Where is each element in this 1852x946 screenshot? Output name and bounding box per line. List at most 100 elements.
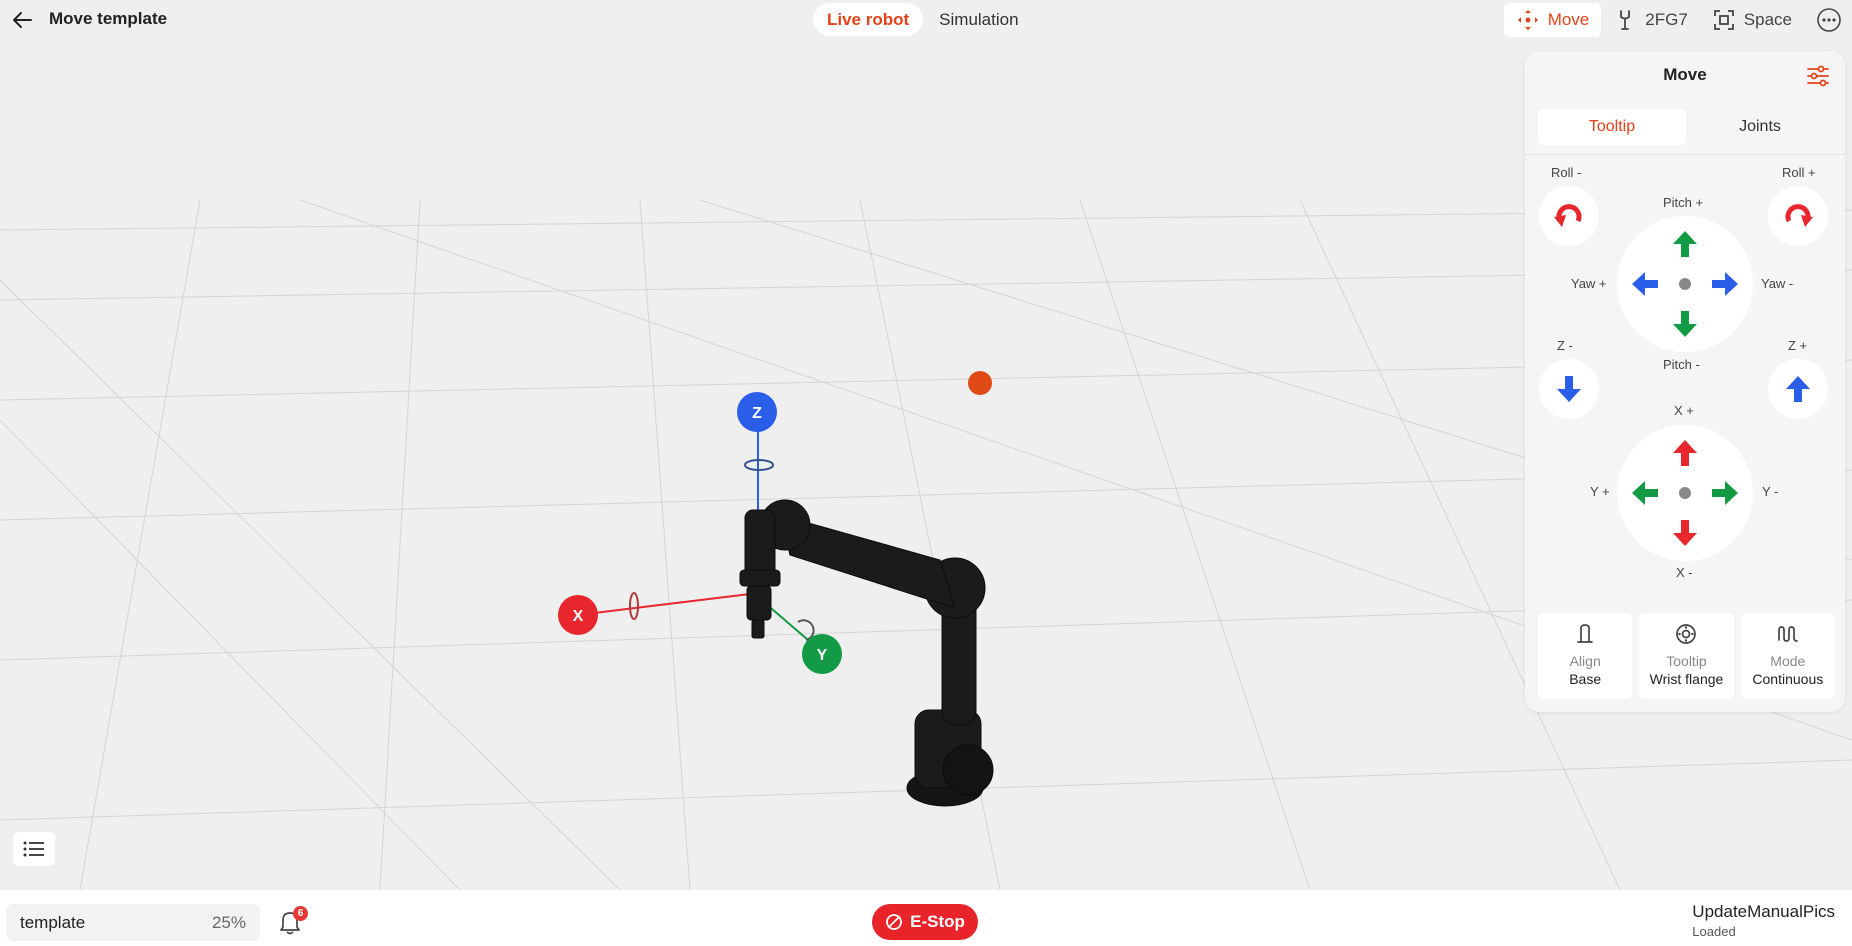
align-option-value: Base [1569, 671, 1602, 687]
y-minus-button[interactable] [1707, 475, 1743, 511]
move-icon [1517, 10, 1538, 30]
x-axis-label: X [573, 608, 584, 625]
yaw-plus-label: Yaw + [1571, 276, 1607, 291]
y-axis-handle[interactable]: Y [802, 634, 842, 674]
panel-divider [1525, 154, 1845, 155]
arrow-left-icon [1632, 272, 1658, 296]
arrow-up-icon [1673, 231, 1697, 257]
yaw-minus-button[interactable] [1707, 266, 1743, 302]
space-button-label: Space [1743, 10, 1792, 29]
mode-option-key: Mode [1770, 653, 1806, 669]
z-axis-handle[interactable]: Z [737, 392, 777, 432]
space-button[interactable]: Space [1700, 3, 1804, 37]
mode-switch: Live robot Simulation [813, 3, 1033, 36]
arrow-down-icon [1673, 520, 1697, 546]
x-rotation-ring[interactable] [629, 592, 639, 620]
y-axis-label: Y [817, 647, 828, 664]
arrow-down-icon [1557, 376, 1581, 402]
gripper-icon [1620, 10, 1631, 30]
tooltip-option-key: Tooltip [1666, 653, 1707, 669]
arrow-left-icon [13, 12, 32, 28]
top-bar: Move template Live robot Simulation Move… [0, 0, 1852, 40]
roll-plus-button[interactable] [1768, 186, 1828, 246]
mode-option-card[interactable]: Mode Continuous [1740, 613, 1835, 699]
arrow-up-icon [1786, 376, 1810, 402]
mode-simulation[interactable]: Simulation [925, 3, 1032, 36]
z-plus-button[interactable] [1768, 359, 1828, 419]
space-icon [1713, 10, 1734, 30]
pitch-plus-button[interactable] [1667, 226, 1703, 262]
y-minus-label: Y - [1762, 484, 1779, 499]
x-minus-label: X - [1676, 565, 1693, 580]
bottom-bar: template 25% 6 E-Stop UpdateManualPics L… [0, 890, 1852, 946]
rotate-ccw-icon [1554, 204, 1582, 227]
arrow-right-icon [1712, 481, 1738, 505]
z-minus-button[interactable] [1539, 359, 1599, 419]
x-plus-label: X + [1674, 403, 1694, 418]
mode-option-value: Continuous [1752, 671, 1824, 687]
notification-badge: 6 [293, 906, 308, 921]
program-selector[interactable]: template 25% [6, 904, 260, 941]
orientation-center-dot [1679, 278, 1691, 290]
wave-icon [1777, 626, 1798, 642]
more-button[interactable] [1804, 3, 1852, 37]
panel-settings-button[interactable] [1805, 63, 1831, 89]
x-axis-line [577, 593, 751, 616]
page-title: Move template [49, 9, 168, 28]
arrow-right-icon [1712, 272, 1738, 296]
tooltip-option-card[interactable]: Tooltip Wrist flange [1639, 613, 1734, 699]
x-axis-handle[interactable]: X [558, 595, 598, 635]
target-marker[interactable] [968, 371, 992, 395]
tab-tooltip[interactable]: Tooltip [1538, 109, 1686, 145]
z-axis-label: Z [752, 405, 762, 422]
yaw-plus-button[interactable] [1627, 266, 1663, 302]
y-plus-button[interactable] [1627, 475, 1663, 511]
program-status: UpdateManualPics Loaded [1692, 902, 1835, 939]
x-minus-button[interactable] [1667, 515, 1703, 551]
pitch-plus-label: Pitch + [1663, 195, 1704, 210]
align-option-key: Align [1569, 653, 1601, 669]
estop-label: E-Stop [910, 912, 965, 931]
z-minus-label: Z - [1557, 338, 1573, 353]
rotate-cw-icon [1785, 204, 1813, 227]
notifications-button[interactable]: 6 [277, 906, 308, 938]
list-button[interactable] [13, 832, 55, 866]
move-panel: Move Tooltip Joints Roll - Roll + Pitch … [1525, 51, 1845, 712]
move-tabs: Tooltip Joints [1538, 109, 1834, 145]
move-panel-title: Move [1663, 65, 1707, 84]
translation-center-dot [1679, 487, 1691, 499]
robot-arm [739, 499, 994, 807]
move-button[interactable]: Move [1503, 3, 1602, 37]
list-icon [23, 841, 44, 857]
roll-plus-label: Roll + [1782, 165, 1816, 180]
orientation-pad [1617, 216, 1753, 352]
roll-minus-label: Roll - [1551, 165, 1582, 180]
move-options: Align Base Tooltip Wrist flange Mode Con… [1538, 613, 1835, 699]
estop-button[interactable]: E-Stop [872, 904, 978, 940]
status-subtitle: Loaded [1692, 924, 1736, 939]
back-button[interactable] [10, 8, 34, 32]
z-plus-label: Z + [1788, 338, 1808, 353]
y-plus-label: Y + [1590, 484, 1610, 499]
arrow-left-icon [1632, 481, 1658, 505]
sliders-icon [1807, 65, 1829, 87]
roll-minus-button[interactable] [1539, 186, 1599, 246]
align-option-card[interactable]: Align Base [1538, 613, 1633, 699]
yaw-minus-label: Yaw - [1761, 276, 1794, 291]
base-icon [1577, 624, 1594, 643]
mode-live-robot[interactable]: Live robot [813, 3, 924, 36]
move-button-label: Move [1547, 10, 1590, 29]
arrow-up-icon [1673, 440, 1697, 466]
tab-joints[interactable]: Joints [1686, 109, 1834, 145]
program-name: template [20, 912, 86, 932]
stop-icon [886, 914, 903, 930]
pitch-minus-label: Pitch - [1663, 357, 1700, 372]
status-title: UpdateManualPics [1692, 902, 1835, 921]
top-right-actions: Move 2FG7 Space [1503, 3, 1852, 37]
flange-icon [1676, 624, 1697, 644]
x-plus-button[interactable] [1667, 435, 1703, 471]
pitch-minus-button[interactable] [1667, 306, 1703, 342]
tooltip-option-value: Wrist flange [1649, 671, 1724, 687]
gripper-button[interactable]: 2FG7 [1601, 3, 1700, 37]
speed-value: 25% [211, 912, 246, 932]
